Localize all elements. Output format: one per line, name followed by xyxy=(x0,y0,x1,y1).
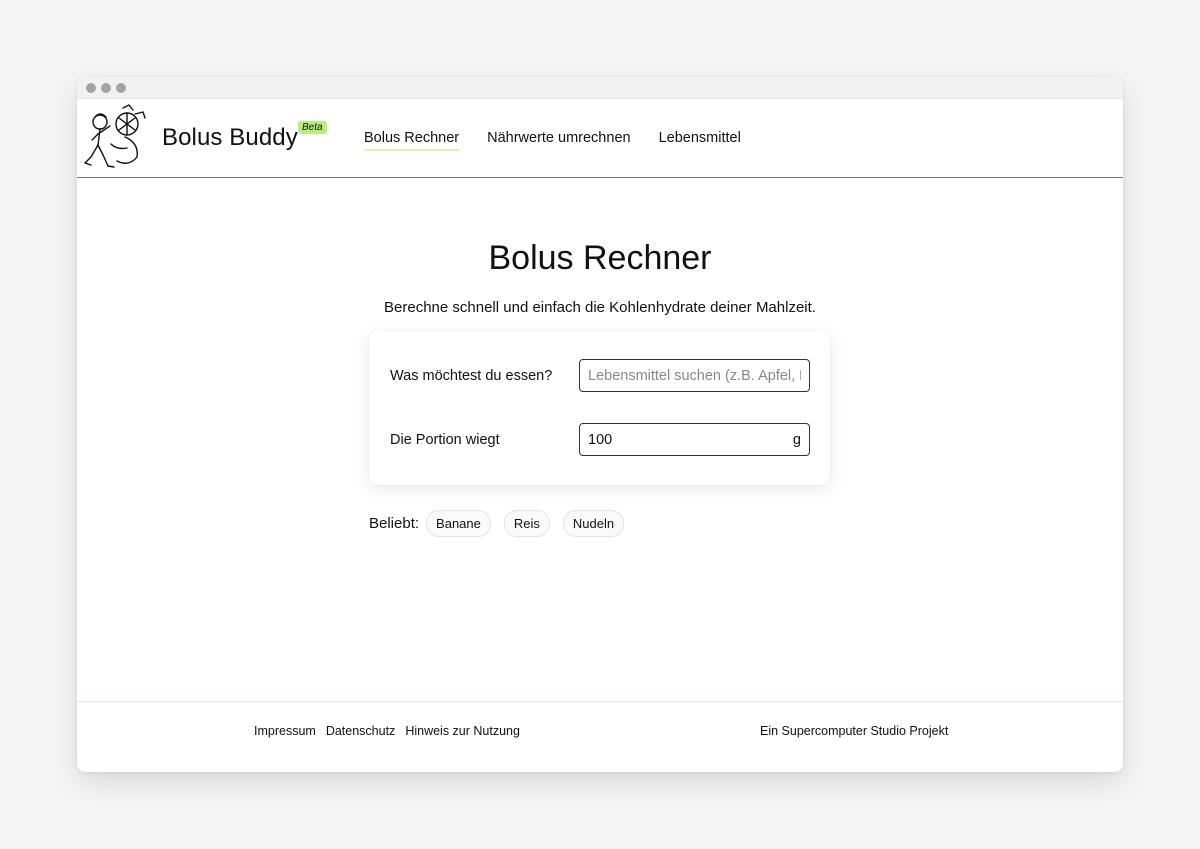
popular-chip-nudeln[interactable]: Nudeln xyxy=(562,510,625,537)
nav-bolus-rechner[interactable]: Bolus Rechner xyxy=(364,130,460,151)
footer-credit[interactable]: Ein Supercomputer Studio Projekt xyxy=(760,724,948,738)
portion-weight-input[interactable] xyxy=(588,431,789,448)
window-titlebar xyxy=(77,77,1123,99)
browser-window: Bolus Buddy Beta Bolus Rechner Nährwerte… xyxy=(77,77,1123,772)
popular-chip-banane[interactable]: Banane xyxy=(426,510,491,537)
nav-lebensmittel[interactable]: Lebensmittel xyxy=(659,130,741,151)
footer-link-impressum[interactable]: Impressum xyxy=(254,724,316,738)
window-maximize-dot[interactable] xyxy=(116,82,126,93)
page-subtitle: Berechne schnell und einfach die Kohlenh… xyxy=(384,299,816,316)
window-close-dot[interactable] xyxy=(86,82,96,93)
food-search-input[interactable] xyxy=(588,367,801,384)
site-header: Bolus Buddy Beta Bolus Rechner Nährwerte… xyxy=(77,99,1123,178)
portion-row: Die Portion wiegt g xyxy=(390,423,810,456)
window-minimize-dot[interactable] xyxy=(101,82,111,93)
site-footer: Impressum Datenschutz Hinweis zur Nutzun… xyxy=(77,701,1123,772)
portion-label: Die Portion wiegt xyxy=(390,431,500,448)
popular-label: Beliebt: xyxy=(369,515,420,532)
beta-badge: Beta xyxy=(298,121,327,134)
food-search-field xyxy=(579,359,810,392)
footer-link-hinweis[interactable]: Hinweis zur Nutzung xyxy=(405,724,520,738)
main-nav: Bolus Rechner Nährwerte umrechnen Lebens… xyxy=(364,130,741,151)
footer-links: Impressum Datenschutz Hinweis zur Nutzun… xyxy=(254,724,520,738)
portion-field: g xyxy=(579,423,810,456)
food-row: Was möchtest du essen? xyxy=(390,359,810,392)
brand-name[interactable]: Bolus Buddy xyxy=(162,124,298,152)
page-title: Bolus Rechner xyxy=(488,239,712,277)
food-label: Was möchtest du essen? xyxy=(390,367,553,384)
popular-chip-reis[interactable]: Reis xyxy=(503,510,550,537)
mascot-logo-icon[interactable] xyxy=(83,104,149,174)
calculator-card: Was möchtest du essen? Die Portion wiegt… xyxy=(369,331,830,485)
popular-foods: Beliebt: Banane Reis Nudeln xyxy=(369,510,625,537)
nav-naehrwerte-umrechnen[interactable]: Nährwerte umrechnen xyxy=(487,130,630,151)
main-content: Bolus Rechner Berechne schnell und einfa… xyxy=(77,178,1123,699)
footer-link-datenschutz[interactable]: Datenschutz xyxy=(326,724,395,738)
portion-unit: g xyxy=(792,431,801,448)
